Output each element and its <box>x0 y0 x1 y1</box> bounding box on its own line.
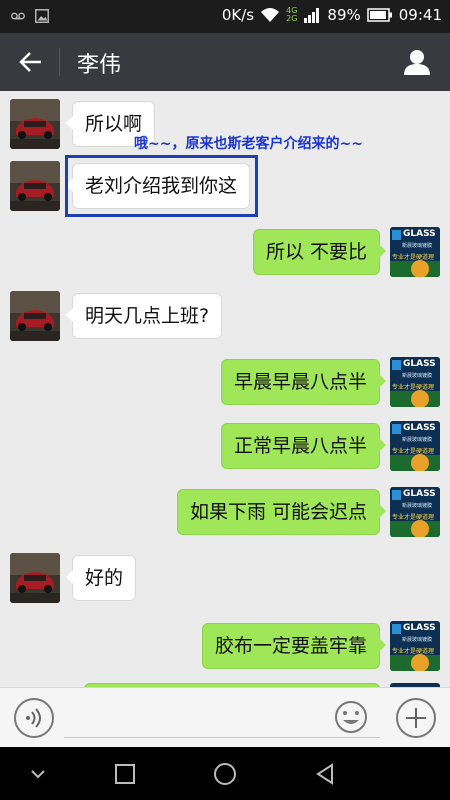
nav-home-button[interactable] <box>211 760 239 788</box>
title-divider <box>59 48 60 76</box>
car-photo-icon <box>10 161 60 211</box>
signal-icon <box>304 8 320 23</box>
wifi-icon <box>261 8 280 22</box>
network-speed: 0K/s <box>221 6 255 24</box>
circle-icon <box>214 763 236 785</box>
avatar-tagline-1: 新晨玻璃镀膜 <box>402 373 433 379</box>
incoming-message[interactable]: 好的 <box>65 555 137 601</box>
chat-title: 李伟 <box>77 53 122 78</box>
network-type: 4G 2G <box>286 7 297 23</box>
avatar-brand-text: GLASS <box>403 489 436 499</box>
my-avatar[interactable]: GLASS 新晨玻璃镀膜专业才是硬道理 <box>390 227 440 277</box>
annotation-text: 哦~~，原来也斯老客户介绍来的~~ <box>134 136 363 152</box>
nav-recents-button[interactable] <box>111 760 139 788</box>
highlight-box <box>65 155 258 217</box>
voicemail-icon <box>11 12 25 20</box>
avatar-tagline-1: 新晨玻璃镀膜 <box>402 503 433 509</box>
input-bar <box>0 687 450 747</box>
back-button[interactable] <box>12 45 50 79</box>
gallery-icon <box>35 9 49 23</box>
avatar-brand-text: GLASS <box>403 623 436 633</box>
avatar-brand-text: GLASS <box>403 359 436 369</box>
avatar-tagline-2: 专业才是硬道理 <box>392 384 435 391</box>
my-avatar[interactable]: GLASS 新晨玻璃镀膜专业才是硬道理 <box>390 621 440 671</box>
nav-back-button[interactable] <box>311 760 339 788</box>
avatar-brand-text: GLASS <box>403 229 436 239</box>
avatar-tagline-2: 专业才是硬道理 <box>392 648 435 655</box>
contact-avatar[interactable] <box>10 161 60 211</box>
battery-icon <box>367 8 392 22</box>
contact-avatar[interactable] <box>10 99 60 149</box>
square-icon <box>115 764 135 784</box>
message-input[interactable] <box>64 698 380 738</box>
contact-avatar[interactable] <box>10 291 60 341</box>
triangle-back-icon <box>316 763 333 785</box>
outgoing-message[interactable]: 如果下雨 可能会迟点 <box>176 489 387 535</box>
more-button[interactable] <box>396 698 436 738</box>
contact-avatar[interactable] <box>10 553 60 603</box>
my-avatar[interactable]: GLASS 新晨玻璃镀膜专业才是硬道理 <box>390 357 440 407</box>
avatar-tagline-2: 专业才是硬道理 <box>392 254 435 261</box>
emoji-icon[interactable] <box>334 700 368 734</box>
outgoing-message[interactable]: 早晨早晨八点半 <box>220 359 387 405</box>
voice-icon <box>26 708 41 728</box>
network-type-bottom: 2G <box>286 14 298 23</box>
nav-bar <box>0 747 450 800</box>
person-icon <box>404 50 430 75</box>
car-photo-icon <box>10 291 60 341</box>
nav-hide-button[interactable] <box>24 760 52 788</box>
avatar-tagline-2: 专业才是硬道理 <box>392 514 435 521</box>
outgoing-message[interactable]: 正常早晨八点半 <box>220 423 387 469</box>
outgoing-message[interactable]: 胶布一定要盖牢靠 <box>201 623 387 669</box>
arrow-left-icon <box>19 52 41 72</box>
avatar-brand-text: GLASS <box>403 423 436 433</box>
avatar-tagline-1: 新晨玻璃镀膜 <box>402 437 433 443</box>
chat-info-button[interactable] <box>400 45 434 79</box>
chat-area[interactable]: 所以啊 老刘介绍我到你这 GLASS 新晨玻璃镀膜 专业才是硬道理 所以 不要比 明天几点上… <box>0 91 450 687</box>
my-avatar[interactable]: GLASS 新晨玻璃镀膜专业才是硬道理 <box>390 487 440 537</box>
car-photo-icon <box>10 553 60 603</box>
avatar-tagline-2: 专业才是硬道理 <box>392 448 435 455</box>
title-bar: 李伟 <box>0 33 450 91</box>
status-right-icons: 0K/s 4G 2G 89% 09:41 <box>222 6 442 24</box>
plus-icon <box>406 708 426 728</box>
avatar-tagline-1: 新晨玻璃镀膜 <box>402 637 433 643</box>
avatar-tagline-1: 新晨玻璃镀膜 <box>402 243 433 249</box>
voice-button[interactable] <box>14 698 54 738</box>
status-left-icons <box>10 7 50 25</box>
incoming-message[interactable]: 明天几点上班? <box>65 293 223 339</box>
status-bar: 0K/s 4G 2G 89% 09:41 <box>0 0 450 33</box>
my-avatar[interactable]: GLASS 新晨玻璃镀膜专业才是硬道理 <box>390 421 440 471</box>
car-photo-icon <box>10 99 60 149</box>
outgoing-message[interactable]: 所以 不要比 <box>252 229 387 275</box>
chevron-down-icon <box>31 770 45 779</box>
clock: 09:41 <box>398 6 442 24</box>
battery-percent: 89% <box>327 6 361 24</box>
